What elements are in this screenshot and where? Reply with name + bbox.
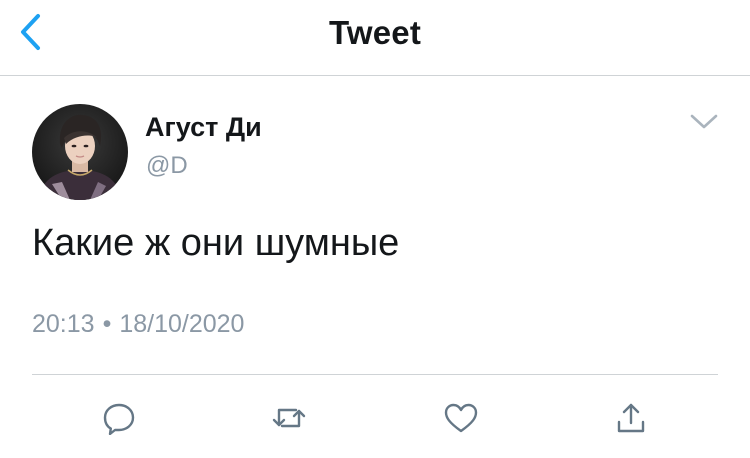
like-button[interactable] <box>441 398 481 438</box>
tweet-text: Какие ж они шумные <box>32 222 400 264</box>
author-handle[interactable]: @D <box>146 152 188 180</box>
chevron-down-icon <box>690 114 718 129</box>
share-icon <box>617 403 645 433</box>
divider <box>32 374 718 375</box>
tweet-options-button[interactable] <box>686 108 722 136</box>
like-icon <box>444 403 478 433</box>
share-button[interactable] <box>611 398 651 438</box>
tweet-timestamp: 20:13 • 18/10/2020 <box>32 310 244 339</box>
avatar[interactable] <box>32 104 128 200</box>
reply-icon <box>103 403 135 435</box>
reply-button[interactable] <box>99 398 139 438</box>
top-navigation-bar: Tweet <box>0 0 750 76</box>
page-title: Tweet <box>328 14 422 51</box>
tweet-detail: Агуст Ди @D Какие ж они шумные 20:13 • 18/… <box>0 76 750 458</box>
tweet-date: 18/10/2020 <box>119 310 245 338</box>
author-display-name[interactable]: Агуст Ди <box>145 112 262 143</box>
timestamp-separator: • <box>102 310 112 338</box>
retweet-icon <box>272 408 306 428</box>
tweet-time: 20:13 <box>32 310 95 338</box>
retweet-button[interactable] <box>269 398 309 438</box>
